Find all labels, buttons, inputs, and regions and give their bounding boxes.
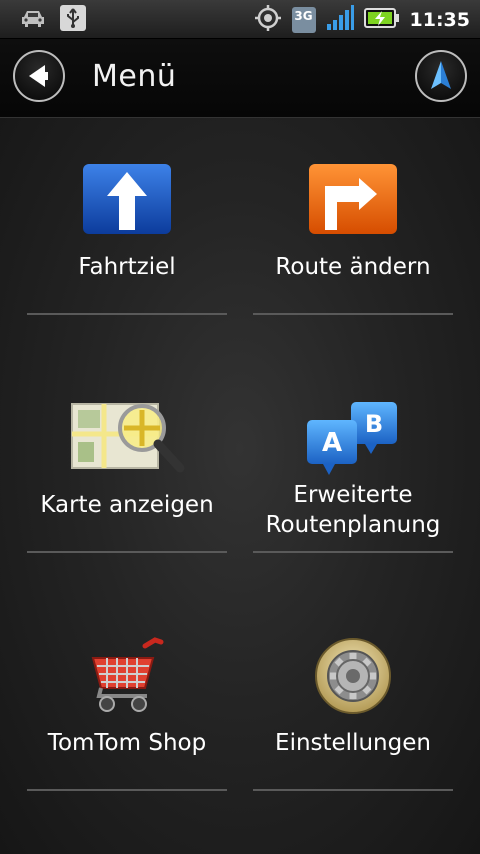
menu-item-label: Einstellungen <box>275 730 431 756</box>
menu-item-label: Fahrtziel <box>78 254 176 280</box>
app-header: Menü <box>0 39 480 118</box>
destination-arrow-icon <box>83 164 171 234</box>
change-route-icon <box>309 164 397 234</box>
svg-text:A: A <box>322 428 342 458</box>
clock: 11:35 <box>409 9 470 31</box>
shopping-cart-icon <box>91 637 164 712</box>
divider <box>253 551 453 553</box>
signal-icon <box>326 5 354 35</box>
back-arrow-icon <box>29 65 48 87</box>
settings-gear-icon <box>315 638 391 714</box>
divider <box>27 551 227 553</box>
menu-grid: Fahrtziel Route ändern Karte anzeigen B … <box>0 118 480 854</box>
status-bar: 3G 11:35 <box>0 0 480 39</box>
divider <box>27 789 227 791</box>
svg-text:B: B <box>365 410 383 438</box>
usb-icon <box>60 5 86 35</box>
menu-item-label: Route ändern <box>275 254 431 280</box>
3g-badge: 3G <box>291 7 316 33</box>
menu-item-label: TomTom Shop <box>47 730 207 756</box>
menu-item-advanced-route-planning[interactable]: B A Erweiterte Routenplanung <box>240 356 466 594</box>
menu-item-destination[interactable]: Fahrtziel <box>14 118 240 356</box>
ab-route-planning-icon: B A <box>307 402 397 475</box>
divider <box>253 313 453 315</box>
network-type: 3G <box>294 9 313 23</box>
car-icon <box>20 7 46 33</box>
menu-item-show-map[interactable]: Karte anzeigen <box>14 356 240 594</box>
menu-item-settings[interactable]: Einstellungen <box>240 594 466 832</box>
menu-item-change-route[interactable]: Route ändern <box>240 118 466 356</box>
navigation-arrow-icon <box>431 61 451 89</box>
page-title: Menü <box>92 59 177 94</box>
back-button[interactable] <box>13 50 65 102</box>
gps-icon <box>254 4 282 36</box>
menu-item-label: Erweiterte Routenplanung <box>265 482 441 538</box>
menu-item-tomtom-shop[interactable]: TomTom Shop <box>14 594 240 832</box>
menu-item-label: Karte anzeigen <box>40 492 214 518</box>
map-magnifier-icon <box>71 403 185 473</box>
battery-charging-icon <box>363 7 400 33</box>
navigation-view-button[interactable] <box>415 50 467 102</box>
divider <box>253 789 453 791</box>
divider <box>27 313 227 315</box>
